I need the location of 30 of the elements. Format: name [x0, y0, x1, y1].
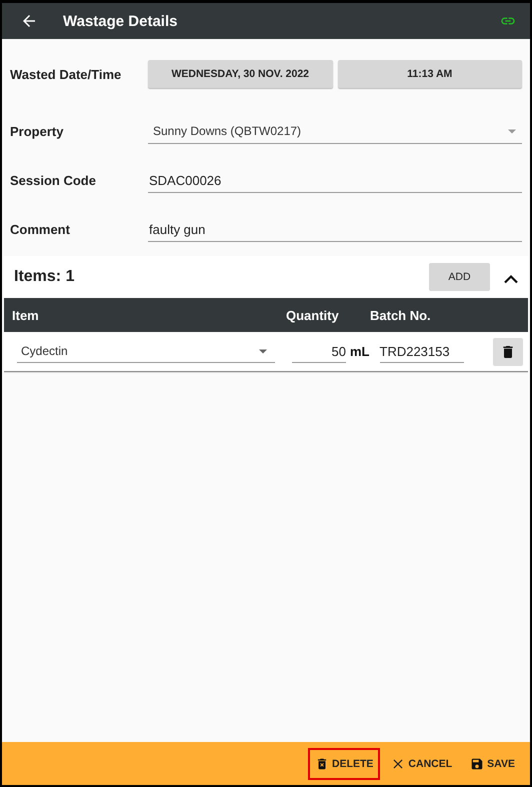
field-label: Property	[10, 124, 64, 139]
dropdown-value: Sunny Downs (QBTW0217)	[153, 124, 302, 138]
text-field[interactable]: SDAC00026	[148, 168, 522, 192]
delete-button[interactable]: DELETE	[308, 748, 380, 780]
dropdown-caret-icon	[508, 128, 516, 134]
column-header: Quantity	[285, 308, 340, 322]
column-header: Batch No.	[369, 308, 432, 322]
close-icon	[391, 756, 406, 770]
collapse-button[interactable]	[504, 272, 518, 282]
column-header: Item	[11, 308, 40, 322]
time-button[interactable]: 11:13 AM	[338, 60, 522, 88]
property-dropdown[interactable]: Sunny Downs (QBTW0217)	[148, 120, 522, 144]
save-button[interactable]: SAVE	[463, 748, 522, 780]
dropdown-caret-icon	[259, 348, 267, 354]
field-label: Session Code	[10, 173, 97, 188]
add-button[interactable]: ADD	[429, 263, 490, 291]
text-field[interactable]: faulty gun	[148, 218, 522, 242]
item-dropdown[interactable]: Cydectin	[17, 340, 275, 362]
delete-row-button[interactable]	[492, 338, 522, 366]
screen-title: Wastage Details	[63, 12, 178, 30]
date-button[interactable]: WEDNESDAY, 30 NOV. 2022	[148, 60, 332, 88]
field-label: Wasted Date/Time	[10, 66, 122, 82]
unit-label: mL	[350, 344, 370, 359]
field-label: Comment	[10, 222, 71, 237]
dropdown-value: Cydectin	[21, 344, 68, 358]
cancel-button[interactable]: CANCEL	[384, 748, 460, 780]
batch-field[interactable]: TRD223153	[380, 340, 464, 362]
quantity-field[interactable]: 50	[292, 340, 346, 362]
items-count: Items: 1	[14, 268, 76, 286]
trash-icon	[315, 756, 329, 770]
